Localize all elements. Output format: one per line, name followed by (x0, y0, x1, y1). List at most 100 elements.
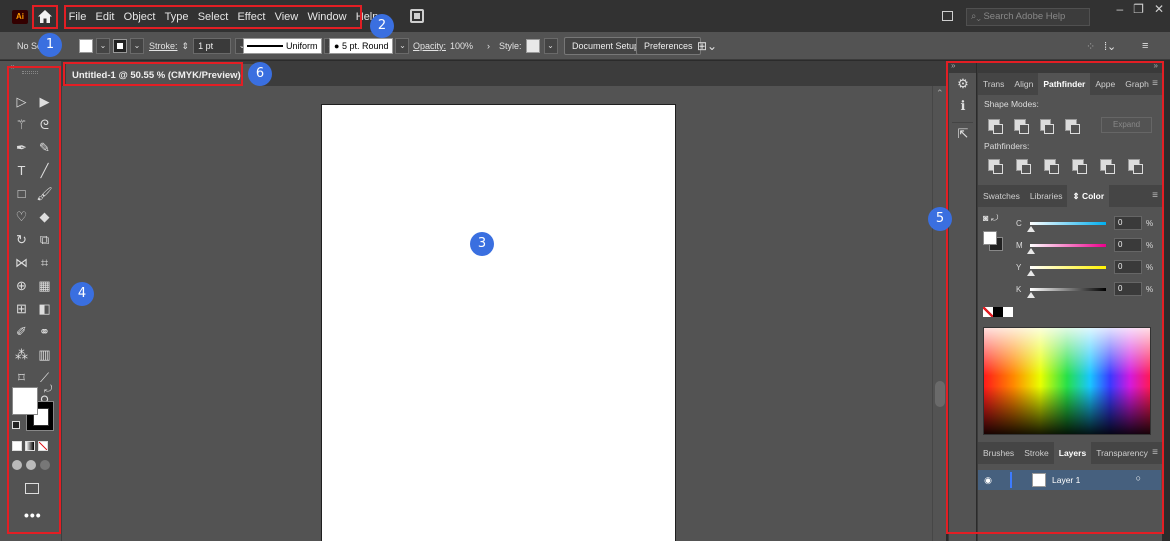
opacity-arrow-icon[interactable]: › (487, 41, 490, 51)
menu-object[interactable]: Object (119, 7, 160, 27)
toolbar-grip[interactable] (22, 71, 38, 74)
tab-stroke[interactable]: Stroke (1019, 442, 1054, 464)
cyan-value-input[interactable]: 0 (1114, 216, 1142, 230)
intersect-icon[interactable] (1039, 119, 1055, 134)
swap-fill-stroke-icon[interactable]: ⤾ (44, 384, 52, 395)
yellow-value-input[interactable]: 0 (1114, 260, 1142, 274)
transform-options-icon[interactable]: ⁘ (1086, 32, 1095, 60)
dock-collapse-icon[interactable]: » (949, 61, 976, 73)
magenta-slider[interactable] (1027, 243, 1106, 254)
shape-builder-tool-icon[interactable]: ⊕ (10, 275, 33, 296)
draw-normal-icon[interactable] (12, 460, 22, 470)
menu-effect[interactable]: Effect (233, 7, 270, 27)
selection-tool-icon[interactable]: ▷ (10, 91, 33, 112)
menu-select[interactable]: Select (193, 7, 233, 27)
tab-appearance[interactable]: Appe (1090, 73, 1120, 95)
yellow-slider[interactable] (1027, 265, 1106, 276)
opacity-value[interactable]: 100% (450, 41, 473, 51)
panel-menu-icon[interactable]: ≡ (1152, 78, 1158, 89)
blend-tool-icon[interactable]: ⚭ (33, 321, 56, 342)
stroke-label[interactable]: Stroke: (149, 41, 178, 51)
scale-tool-icon[interactable]: ⧉ (33, 229, 56, 250)
magic-wand-tool-icon[interactable]: ⚚ (10, 114, 33, 135)
magenta-value-input[interactable]: 0 (1114, 238, 1142, 252)
minimize-icon[interactable]: – (1116, 2, 1123, 16)
artboard[interactable] (321, 104, 676, 541)
restore-icon[interactable]: ❐ (1133, 2, 1144, 16)
visibility-eye-icon[interactable]: ◉ (980, 475, 996, 486)
mesh-tool-icon[interactable]: ⊞ (10, 298, 33, 319)
document-tab[interactable]: Untitled-1 @ 50.55 % (CMYK/Preview) × (66, 64, 263, 86)
gradient-tool-icon[interactable]: ◧ (33, 298, 56, 319)
width-tool-icon[interactable]: ⋈ (10, 252, 33, 273)
vertical-scrollbar[interactable]: ⌃ (932, 86, 946, 541)
tab-color[interactable]: ⇕ Color (1067, 185, 1110, 207)
workspace-switcher-icon[interactable] (942, 11, 953, 21)
exclude-icon[interactable] (1065, 119, 1080, 134)
stroke-weight-input[interactable]: 1 pt (193, 38, 232, 54)
magenta-knob[interactable] (1027, 247, 1035, 254)
color-mode-icon[interactable] (12, 441, 22, 451)
cyan-knob[interactable] (1027, 225, 1035, 232)
type-tool-icon[interactable]: T (10, 160, 33, 181)
tab-align[interactable]: Align (1009, 73, 1038, 95)
info-icon[interactable]: ℹ (949, 95, 977, 117)
perspective-grid-tool-icon[interactable]: ▦ (33, 275, 56, 296)
yellow-knob[interactable] (1027, 269, 1035, 276)
opacity-label[interactable]: Opacity: (413, 41, 446, 51)
align-options-icon[interactable]: ⁞⌄ (1104, 32, 1116, 60)
layer-name[interactable]: Layer 1 (1052, 475, 1080, 485)
panel-expand-icon[interactable]: » (978, 61, 1162, 73)
pen-tool-icon[interactable]: ✒ (10, 137, 33, 158)
draw-behind-icon[interactable] (26, 460, 36, 470)
cyan-slider[interactable] (1027, 221, 1106, 232)
free-transform-tool-icon[interactable]: ⌗ (33, 252, 56, 273)
draw-inside-icon[interactable] (40, 460, 50, 470)
tab-pathfinder[interactable]: Pathfinder (1038, 73, 1091, 95)
scroll-thumb[interactable] (935, 381, 945, 407)
fill-color-box[interactable] (12, 387, 38, 415)
minus-front-icon[interactable] (1013, 119, 1029, 134)
preferences-button[interactable]: Preferences (636, 37, 701, 55)
stroke-stepper-icon[interactable]: ⇕ (182, 41, 190, 52)
eraser-tool-icon[interactable]: ◆ (33, 206, 56, 227)
tab-graphic-styles[interactable]: Graph (1120, 73, 1154, 95)
unite-icon[interactable] (988, 119, 1003, 134)
graphic-style-swatch[interactable] (525, 39, 540, 53)
menu-window[interactable]: Window (303, 7, 351, 27)
scroll-up-icon[interactable]: ⌃ (936, 88, 944, 99)
none-mode-icon[interactable] (38, 441, 48, 451)
gradient-mode-icon[interactable] (25, 441, 35, 451)
stroke-swatch[interactable] (113, 39, 127, 53)
collapse-toolbar-icon[interactable]: « (10, 62, 14, 71)
minus-back-icon[interactable] (1128, 159, 1143, 174)
fill-swatch[interactable] (79, 39, 93, 53)
direct-selection-tool-icon[interactable]: ▶ (33, 91, 56, 112)
artboard-tool-icon[interactable]: ⌑ (10, 367, 33, 388)
brush-dropdown[interactable]: ⌄ (395, 38, 410, 54)
search-adobe-help-input[interactable]: ⌕⌄ Search Adobe Help (966, 8, 1090, 26)
tab-swatches[interactable]: Swatches (978, 185, 1025, 207)
color-panel-menu-icon[interactable]: ≡ (1152, 190, 1158, 201)
panel-menu-icon[interactable]: ≡ (1142, 32, 1148, 60)
tab-transform[interactable]: Trans (978, 73, 1009, 95)
layers-panel-menu-icon[interactable]: ≡ (1152, 447, 1158, 458)
menu-edit[interactable]: Edit (91, 7, 119, 27)
color-fill-stroke-toggle-icon[interactable]: ◙ ⤾ (983, 213, 998, 224)
canvas-area[interactable] (62, 86, 932, 541)
style-dropdown[interactable]: ⌄ (543, 38, 558, 54)
layer-target-icon[interactable]: ○ (1136, 473, 1141, 483)
color-fill-box[interactable] (983, 231, 997, 245)
tab-layers[interactable]: Layers (1053, 442, 1092, 464)
tab-transparency[interactable]: Transparency (1091, 442, 1153, 464)
menu-file[interactable]: File (64, 7, 91, 27)
screen-mode-icon[interactable] (25, 483, 39, 494)
black-slider[interactable] (1027, 287, 1106, 298)
stroke-dropdown[interactable]: ⌄ (130, 38, 144, 54)
color-spectrum[interactable] (983, 327, 1151, 435)
none-swatch[interactable] (983, 307, 993, 317)
paintbrush-tool-icon[interactable]: 🖌 (33, 183, 56, 204)
rotate-tool-icon[interactable]: ↻ (10, 229, 33, 250)
layer-row[interactable]: ◉ Layer 1 ○ (978, 470, 1161, 490)
tab-brushes[interactable]: Brushes (978, 442, 1019, 464)
